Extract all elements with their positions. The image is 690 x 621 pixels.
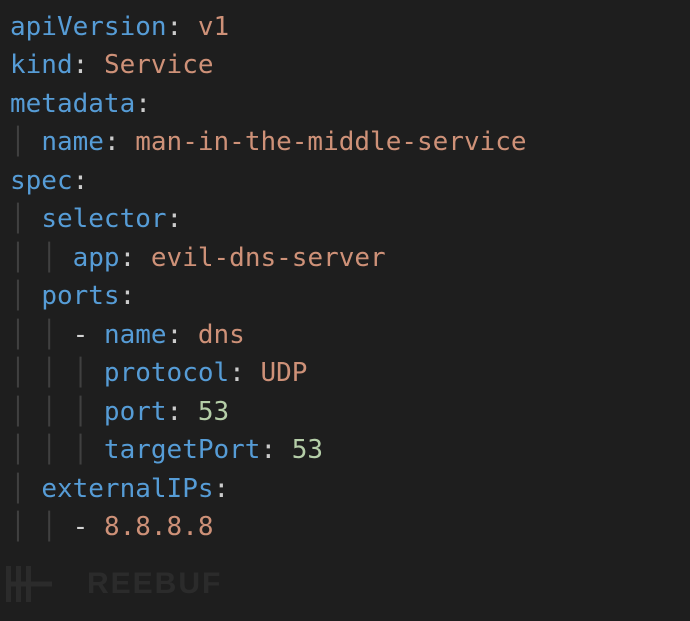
yaml-value-port-name: dns (198, 320, 245, 350)
list-dash: - (73, 320, 89, 350)
list-dash: - (73, 512, 89, 542)
yaml-value-port-protocol: UDP (260, 358, 307, 388)
yaml-value-externalip: 8.8.8.8 (104, 512, 214, 542)
watermark: REEBUF (6, 563, 222, 605)
yaml-key-ports: ports (41, 281, 119, 311)
yaml-value-kind: Service (104, 50, 214, 80)
yaml-key-port-targetport: targetPort (104, 435, 261, 465)
yaml-key-kind: kind (10, 50, 73, 80)
yaml-key-externalips: externalIPs (41, 474, 213, 504)
yaml-key-port-protocol: protocol (104, 358, 229, 388)
yaml-code-block: apiVersion: v1 kind: Service metadata: │… (0, 0, 690, 557)
yaml-key-selector: selector (41, 204, 166, 234)
yaml-value-selector-app: evil-dns-server (151, 243, 386, 273)
yaml-value-port-targetport: 53 (292, 435, 323, 465)
yaml-value-port-port: 53 (198, 397, 229, 427)
yaml-key-port-name: name (104, 320, 167, 350)
yaml-key-metadata-name: name (41, 127, 104, 157)
watermark-bars (6, 566, 31, 602)
yaml-key-port-port: port (104, 397, 167, 427)
yaml-key-selector-app: app (73, 243, 120, 273)
yaml-key-spec: spec (10, 166, 73, 196)
yaml-value-metadata-name: man-in-the-middle-service (135, 127, 526, 157)
yaml-value-apiversion: v1 (198, 12, 229, 42)
watermark-text: REEBUF (87, 567, 222, 601)
yaml-key-metadata: metadata (10, 89, 135, 119)
yaml-key-apiversion: apiVersion (10, 12, 167, 42)
